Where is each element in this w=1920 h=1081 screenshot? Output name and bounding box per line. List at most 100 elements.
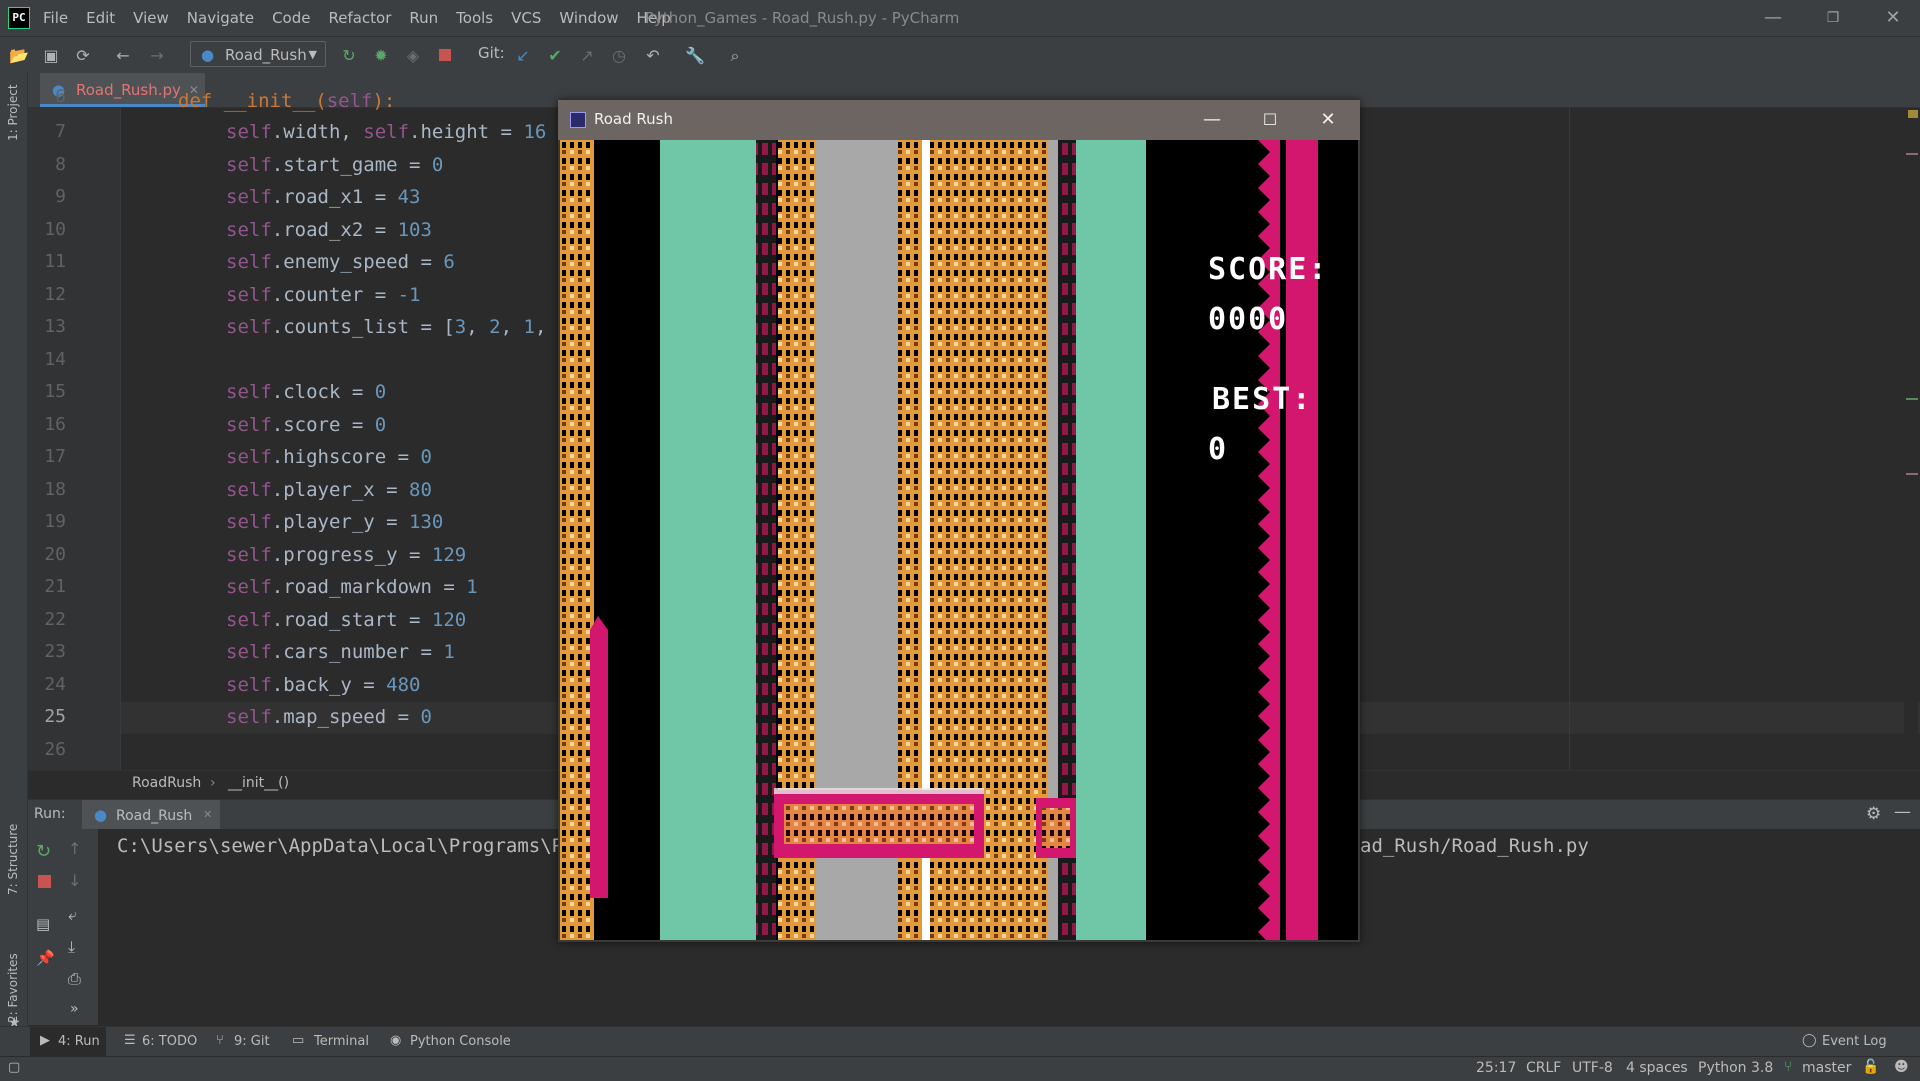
line-number: 15 xyxy=(44,381,66,402)
restore-icon[interactable]: ❐ xyxy=(1806,0,1860,36)
close-tab-icon[interactable]: ✕ xyxy=(203,800,212,830)
run-config-dropdown[interactable]: ● Road_Rush ▼ xyxy=(190,41,326,67)
python-icon: ● xyxy=(94,806,108,824)
code-line: self.enemy_speed = 6 xyxy=(226,251,455,273)
git-update-icon[interactable]: ↙ xyxy=(512,45,534,67)
back-arrow-icon[interactable]: ← xyxy=(112,45,134,67)
game-maximize-icon[interactable]: ☐ xyxy=(1242,100,1298,140)
menu-run[interactable]: Run xyxy=(400,9,447,27)
lock-icon[interactable]: 🔓 xyxy=(1862,1059,1879,1075)
game-title-bar[interactable]: Road Rush — ☐ ✕ xyxy=(558,100,1360,140)
todo-icon: ☰ xyxy=(124,1033,136,1048)
rollback-icon[interactable]: ↶ xyxy=(642,45,664,67)
scroll-up-icon[interactable]: ↑ xyxy=(68,839,81,858)
editor-scrollbar[interactable] xyxy=(1904,108,1918,770)
history-icon[interactable]: ◷ xyxy=(608,45,630,67)
menu-window[interactable]: Window xyxy=(550,9,627,27)
hide-panel-icon[interactable]: — xyxy=(1894,802,1911,822)
tool-tab-run[interactable]: ▶ 4: Run xyxy=(30,1027,106,1057)
forward-arrow-icon[interactable]: → xyxy=(146,45,168,67)
indent-setting[interactable]: 4 spaces xyxy=(1626,1060,1688,1076)
stop-icon[interactable] xyxy=(38,875,51,888)
file-encoding[interactable]: UTF-8 xyxy=(1572,1060,1613,1076)
line-number: 10 xyxy=(44,219,66,240)
layout-icon[interactable]: ▤ xyxy=(36,915,50,933)
caret-position[interactable]: 25:17 xyxy=(1476,1060,1516,1076)
tool-tab-git[interactable]: 9: Git xyxy=(234,1034,270,1049)
structure-tool-tab[interactable]: 7: Structure xyxy=(6,824,20,895)
left-pink-pillar xyxy=(590,616,608,898)
tool-tab-terminal[interactable]: Terminal xyxy=(314,1034,369,1049)
code-line: self.score = 0 xyxy=(226,414,387,436)
line-number: 11 xyxy=(44,251,66,272)
wrench-icon[interactable]: 🔧 xyxy=(684,45,706,67)
run-tab-road-rush[interactable]: ● Road_Rush ✕ xyxy=(82,800,221,830)
breadcrumb-class[interactable]: RoadRush xyxy=(132,775,201,791)
tool-tab-python-console[interactable]: Python Console xyxy=(410,1034,511,1049)
save-icon[interactable]: ▣ xyxy=(40,45,62,67)
git-branch[interactable]: master xyxy=(1802,1060,1851,1076)
scroll-to-end-icon[interactable]: ⤓ xyxy=(68,937,75,957)
line-number: 20 xyxy=(44,544,66,565)
menu-file[interactable]: File xyxy=(34,9,77,27)
menu-tools[interactable]: Tools xyxy=(447,9,502,27)
settings-gear-icon[interactable]: ⚙ xyxy=(1866,804,1881,824)
line-number: 23 xyxy=(44,641,66,662)
sync-icon[interactable]: ⟳ xyxy=(72,45,94,67)
code-line: self.back_y = 480 xyxy=(226,674,421,696)
debug-icon[interactable]: ✹ xyxy=(370,45,392,67)
game-close-icon[interactable]: ✕ xyxy=(1300,100,1356,140)
code-line: self.road_markdown = 1 xyxy=(226,576,478,598)
rerun-icon[interactable]: ↻ xyxy=(338,45,360,67)
line-number: 7 xyxy=(55,121,66,142)
console-output-right: ad_Rush/Road_Rush.py xyxy=(1360,835,1589,857)
git-commit-icon[interactable]: ✔ xyxy=(544,45,566,67)
line-number: 6 xyxy=(55,86,66,107)
menu-edit[interactable]: Edit xyxy=(77,9,124,27)
game-minimize-icon[interactable]: — xyxy=(1184,100,1240,140)
pin-icon[interactable]: 📌 xyxy=(36,949,55,967)
code-line: def __init__(self): xyxy=(178,90,396,112)
run-side-toolbar: ↻ ▤ 📌 ↑ ↓ ⤶ ⤓ ⎙ » xyxy=(28,829,98,1025)
more-icon[interactable]: » xyxy=(70,1001,79,1017)
game-window-title: Road Rush xyxy=(594,110,673,128)
scroll-down-icon[interactable]: ↓ xyxy=(68,871,81,890)
soft-wrap-icon[interactable]: ⤶ xyxy=(68,905,77,925)
project-tool-tab[interactable]: 1: Project xyxy=(6,84,20,141)
rerun-icon[interactable]: ↻ xyxy=(36,841,51,862)
python-interpreter[interactable]: Python 3.8 xyxy=(1698,1060,1773,1076)
menu-view[interactable]: View xyxy=(124,9,178,27)
menu-refactor[interactable]: Refactor xyxy=(319,9,400,27)
status-bar: ▢ 25:17 CRLF UTF-8 4 spaces Python 3.8 ⑂… xyxy=(0,1056,1920,1081)
window-title: Python_Games - Road_Rush.py - PyCharm xyxy=(645,9,960,27)
code-line: self.player_x = 80 xyxy=(226,479,432,501)
line-separator[interactable]: CRLF xyxy=(1526,1060,1561,1076)
left-building-strip xyxy=(560,140,594,940)
tool-tab-todo[interactable]: 6: TODO xyxy=(142,1034,197,1049)
search-icon[interactable]: ⌕ xyxy=(724,45,746,67)
menu-code[interactable]: Code xyxy=(263,9,319,27)
print-icon[interactable]: ⎙ xyxy=(68,969,81,989)
close-icon[interactable]: ✕ xyxy=(1866,0,1920,36)
inspector-icon[interactable]: ☻ xyxy=(1894,1059,1909,1075)
stop-icon[interactable] xyxy=(434,45,456,67)
game-window[interactable]: Road Rush — ☐ ✕ SCORE: 0000 BEST: 0 xyxy=(558,100,1360,942)
breadcrumb-method[interactable]: __init__() xyxy=(228,775,289,791)
line-number: 13 xyxy=(44,316,66,337)
menu-vcs[interactable]: VCS xyxy=(502,9,550,27)
event-log-link[interactable]: Event Log xyxy=(1822,1034,1887,1049)
coverage-icon[interactable]: ◈ xyxy=(402,45,424,67)
event-log-icon: ◯ xyxy=(1802,1033,1817,1048)
open-folder-icon[interactable]: 📂 xyxy=(8,45,30,67)
line-number: 9 xyxy=(55,186,66,207)
menu-navigate[interactable]: Navigate xyxy=(178,9,263,27)
minimize-icon[interactable]: — xyxy=(1746,0,1800,36)
code-line: self.player_y = 130 xyxy=(226,511,444,533)
git-push-icon[interactable]: ↗ xyxy=(576,45,598,67)
layout-toggle-icon[interactable]: ▢ xyxy=(8,1060,20,1075)
favorites-tool-tab[interactable]: 2: Favorites xyxy=(6,953,20,1023)
line-number: 8 xyxy=(55,154,66,175)
line-number: 25 xyxy=(44,706,66,727)
tool-window-bar: ▶ 4: Run ☰ 6: TODO ⑂ 9: Git ▭ Terminal ◉… xyxy=(0,1026,1920,1057)
tool-tab-run-label: 4: Run xyxy=(58,1034,100,1049)
